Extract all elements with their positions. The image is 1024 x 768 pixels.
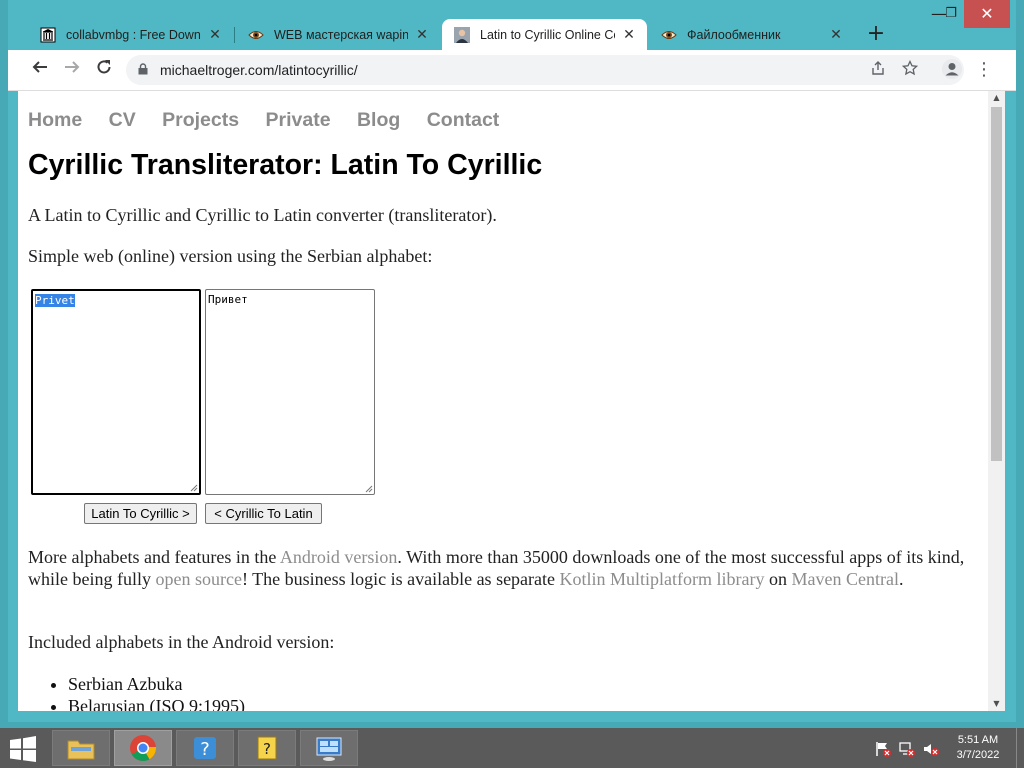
nav-projects[interactable]: Projects — [162, 109, 239, 131]
reload-button[interactable] — [92, 58, 116, 82]
browser-toolbar: michaeltroger.com/latintocyrillic/ ⋮ — [8, 50, 1016, 91]
close-window-button[interactable]: ✕ — [964, 0, 1010, 28]
back-button[interactable] — [28, 58, 52, 82]
eye-icon — [248, 27, 264, 43]
text-segment: ! The business logic is available as sep… — [241, 569, 560, 589]
tab-collabvmbg[interactable]: collabvmbg : Free Download ✕ — [28, 19, 233, 50]
maximize-button[interactable]: ❐ — [940, 0, 962, 28]
taskbar-help[interactable]: ? — [176, 730, 234, 766]
site-nav: Home CV Projects Private Blog Contact — [28, 109, 520, 132]
text-segment: . — [898, 569, 904, 589]
lock-icon — [138, 63, 148, 75]
tab-title: Latin to Cyrillic Online Con — [480, 27, 615, 42]
cyrillic-text: Привет — [208, 293, 248, 306]
page-viewport: Home CV Projects Private Blog Contact Cy… — [18, 91, 988, 711]
clock-time: 5:51 AM — [957, 734, 999, 746]
tab-fileshare[interactable]: Файлообменник ✕ — [649, 19, 854, 50]
share-icon[interactable] — [868, 60, 888, 80]
close-icon[interactable]: ✕ — [207, 27, 223, 43]
cyrillic-textarea[interactable]: Привет — [205, 289, 375, 495]
page-title: Cyrillic Transliterator: Latin To Cyrill… — [28, 149, 543, 181]
address-bar[interactable]: michaeltroger.com/latintocyrillic/ — [126, 55, 964, 85]
alphabet-list: Serbian Azbuka Belarusian (ISO 9:1995) — [28, 673, 245, 711]
kotlin-library-link[interactable]: Kotlin Multiplatform library — [560, 569, 765, 589]
close-icon[interactable]: ✕ — [414, 27, 430, 43]
list-item: Belarusian (ISO 9:1995) — [68, 695, 245, 711]
more-alphabets-paragraph: More alphabets and features in the Andro… — [28, 546, 973, 590]
windows-logo-icon — [10, 736, 36, 762]
chrome-icon — [130, 735, 156, 761]
latin-textarea[interactable]: Privet — [31, 289, 201, 495]
help-file-icon: ? — [257, 736, 277, 760]
system-clock[interactable]: 5:51 AM 3/7/2022 — [946, 733, 1010, 763]
text-segment: on — [764, 569, 792, 589]
latin-text: Privet — [35, 294, 75, 307]
control-panel-icon — [316, 737, 342, 761]
serbian-note: Simple web (online) version using the Se… — [28, 246, 433, 266]
scroll-down-icon[interactable]: ▼ — [988, 697, 1005, 711]
scrollbar-thumb[interactable] — [991, 107, 1002, 461]
svg-text:?: ? — [200, 739, 210, 760]
close-icon[interactable]: ✕ — [621, 27, 637, 43]
eye-icon — [661, 27, 677, 43]
page-scrollbar[interactable]: ▲ ▼ — [988, 91, 1005, 711]
new-tab-button[interactable]: + — [866, 23, 886, 46]
file-explorer-icon — [67, 740, 95, 760]
clock-date: 3/7/2022 — [956, 749, 1000, 761]
nav-cv[interactable]: CV — [109, 109, 136, 131]
bookmark-star-icon[interactable] — [900, 59, 920, 80]
open-source-link[interactable]: open source — [155, 569, 241, 589]
arrow-left-icon — [32, 61, 47, 73]
latin-to-cyrillic-button[interactable]: Latin To Cyrillic > — [84, 503, 197, 524]
intro-text: A Latin to Cyrillic and Cyrillic to Lati… — [28, 205, 497, 225]
resize-grip-icon[interactable] — [190, 484, 198, 492]
close-icon[interactable]: ✕ — [828, 27, 844, 43]
network-icon[interactable] — [898, 740, 916, 758]
nav-blog[interactable]: Blog — [357, 109, 400, 131]
tab-title: collabvmbg : Free Download — [66, 27, 201, 42]
android-version-link[interactable]: Android version — [280, 547, 397, 567]
list-item: Serbian Azbuka — [68, 673, 245, 695]
flag-icon[interactable] — [874, 740, 892, 758]
nav-contact[interactable]: Contact — [427, 109, 500, 131]
taskbar-control-panel[interactable] — [300, 730, 358, 766]
speaker-muted-icon[interactable] — [922, 740, 940, 758]
taskbar-file-explorer[interactable] — [52, 730, 110, 766]
tab-wapinet[interactable]: WEB мастерская wapinet.ru ✕ — [236, 19, 440, 50]
profile-avatar-icon[interactable] — [940, 58, 964, 82]
tab-strip: collabvmbg : Free Download ✕ WEB мастерс… — [8, 0, 1016, 50]
text-segment: More alphabets and features in the — [28, 547, 280, 567]
maven-central-link[interactable]: Maven Central — [792, 569, 899, 589]
windows-taskbar: ? ? 5:51 AM 3/7/2022 — [0, 728, 1024, 768]
forward-button[interactable] — [60, 58, 84, 82]
included-alphabets-heading: Included alphabets in the Android versio… — [28, 632, 335, 652]
svg-text:?: ? — [263, 740, 271, 758]
nav-private[interactable]: Private — [266, 109, 331, 131]
help-icon: ? — [194, 737, 216, 760]
cyrillic-to-latin-button[interactable]: < Cyrillic To Latin — [205, 503, 322, 524]
resize-grip-icon[interactable] — [365, 485, 373, 493]
show-desktop-button[interactable] — [1016, 728, 1024, 768]
tab-separator — [234, 27, 235, 43]
tab-title: Файлообменник — [687, 27, 781, 42]
start-button[interactable] — [8, 736, 40, 762]
url-text: michaeltroger.com/latintocyrillic/ — [160, 62, 358, 78]
nav-home[interactable]: Home — [28, 109, 82, 131]
archive-building-icon — [40, 27, 56, 43]
desktop: collabvmbg : Free Download ✕ WEB мастерс… — [0, 0, 1024, 728]
tab-title: WEB мастерская wapinet.ru — [274, 27, 408, 42]
tab-latin-to-cyrillic[interactable]: Latin to Cyrillic Online Con ✕ — [442, 19, 647, 50]
person-avatar-icon — [454, 26, 470, 43]
taskbar-help-file[interactable]: ? — [238, 730, 296, 766]
arrow-right-icon — [65, 61, 80, 73]
taskbar-chrome[interactable] — [114, 730, 172, 766]
reload-icon — [97, 60, 111, 74]
scroll-up-icon[interactable]: ▲ — [988, 91, 1005, 105]
menu-kebab-icon[interactable]: ⋮ — [972, 58, 996, 82]
